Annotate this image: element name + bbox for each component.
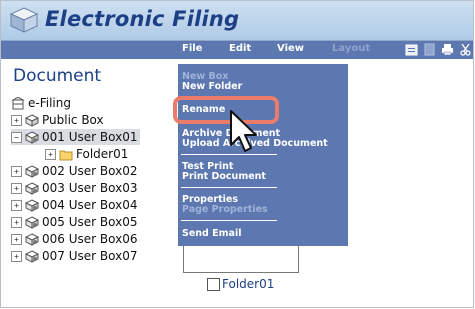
cut-icon[interactable]	[459, 43, 472, 56]
rename-highlight	[173, 96, 279, 124]
expand-toggle[interactable]: +	[45, 148, 56, 160]
tree-item-label: 003 User Box03	[42, 181, 138, 195]
tree-item-user-box02[interactable]: + 002 User Box02	[11, 163, 137, 179]
tree-item-user-box05[interactable]: + 005 User Box05	[11, 214, 137, 230]
tree-item-label: 007 User Box07	[42, 249, 138, 263]
tree-item-e-filing[interactable]: e-Filing	[11, 95, 71, 111]
collapse-toggle[interactable]: −	[11, 131, 22, 143]
tree-item-user-box07[interactable]: + 007 User Box07	[11, 248, 137, 264]
expand-toggle[interactable]: +	[11, 114, 22, 126]
mouse-pointer-icon	[230, 110, 257, 152]
menu-item-send-email[interactable]: Send Email	[182, 228, 241, 239]
folder-label: Folder01	[222, 277, 275, 291]
app-window: Electronic Filing File Edit View Layout …	[0, 0, 474, 308]
menu-bar: File Edit View Layout	[1, 41, 473, 59]
clipboard-icon[interactable]	[405, 43, 418, 56]
tree-item-label: 004 User Box04	[42, 198, 138, 212]
tree-item-user-box01[interactable]: − 001 User Box01	[11, 129, 141, 145]
folder-checkbox[interactable]	[207, 277, 220, 291]
folder-icon	[59, 150, 73, 160]
expand-toggle[interactable]: +	[11, 216, 22, 228]
menu-layout: Layout	[332, 43, 371, 54]
menu-item-print-document[interactable]: Print Document	[182, 171, 266, 182]
menu-file[interactable]: File	[182, 43, 202, 54]
box-icon	[25, 113, 39, 127]
user-box-icon	[25, 232, 39, 246]
page-icon[interactable]	[423, 43, 436, 56]
expand-toggle[interactable]: +	[11, 199, 22, 211]
tree-item-label: 005 User Box05	[42, 215, 138, 229]
expand-toggle[interactable]: +	[11, 233, 22, 245]
expand-toggle[interactable]: +	[11, 165, 22, 177]
folder-thumbnail[interactable]	[183, 246, 299, 273]
tree-item-label: 006 User Box06	[42, 232, 138, 246]
user-box-icon	[25, 198, 39, 212]
tree-item-label: 001 User Box01	[42, 130, 138, 144]
user-box-icon	[25, 130, 39, 144]
menu-view[interactable]: View	[277, 43, 304, 54]
tree-item-user-box03[interactable]: + 003 User Box03	[11, 180, 137, 196]
file-menu-dropdown: New Box New Folder Rename Archive Docume…	[178, 64, 348, 246]
title-bar: Electronic Filing	[1, 1, 473, 41]
user-box-icon	[25, 249, 39, 263]
cabinet-icon	[11, 96, 25, 109]
tree-item-label: e-Filing	[28, 96, 71, 110]
tree-item-folder01[interactable]: + Folder01	[45, 146, 128, 162]
folder-select-row: Folder01	[207, 277, 274, 291]
menu-edit[interactable]: Edit	[229, 43, 251, 54]
menu-item-new-folder[interactable]: New Folder	[182, 81, 242, 92]
expand-toggle[interactable]: +	[11, 182, 22, 194]
print-icon[interactable]	[441, 43, 454, 56]
tree-item-label: Public Box	[42, 113, 104, 127]
user-box-icon	[25, 164, 39, 178]
tree-item-label: Folder01	[76, 147, 129, 161]
cube-logo-icon	[9, 7, 39, 33]
user-box-icon	[25, 215, 39, 229]
expand-toggle[interactable]: +	[11, 250, 22, 262]
pane-heading: Document	[13, 66, 102, 86]
menu-separator	[181, 220, 277, 221]
tree-item-label: 002 User Box02	[42, 164, 138, 178]
navigation-pane: Document e-Filing + Public Box − 001 Use…	[1, 59, 167, 307]
tree-item-public-box[interactable]: + Public Box	[11, 112, 104, 128]
tree-item-user-box06[interactable]: + 006 User Box06	[11, 231, 137, 247]
user-box-icon	[25, 181, 39, 195]
menu-item-page-properties: Page Properties	[182, 204, 268, 215]
tree-item-user-box04[interactable]: + 004 User Box04	[11, 197, 137, 213]
app-title: Electronic Filing	[45, 7, 240, 31]
menu-separator	[181, 187, 277, 188]
